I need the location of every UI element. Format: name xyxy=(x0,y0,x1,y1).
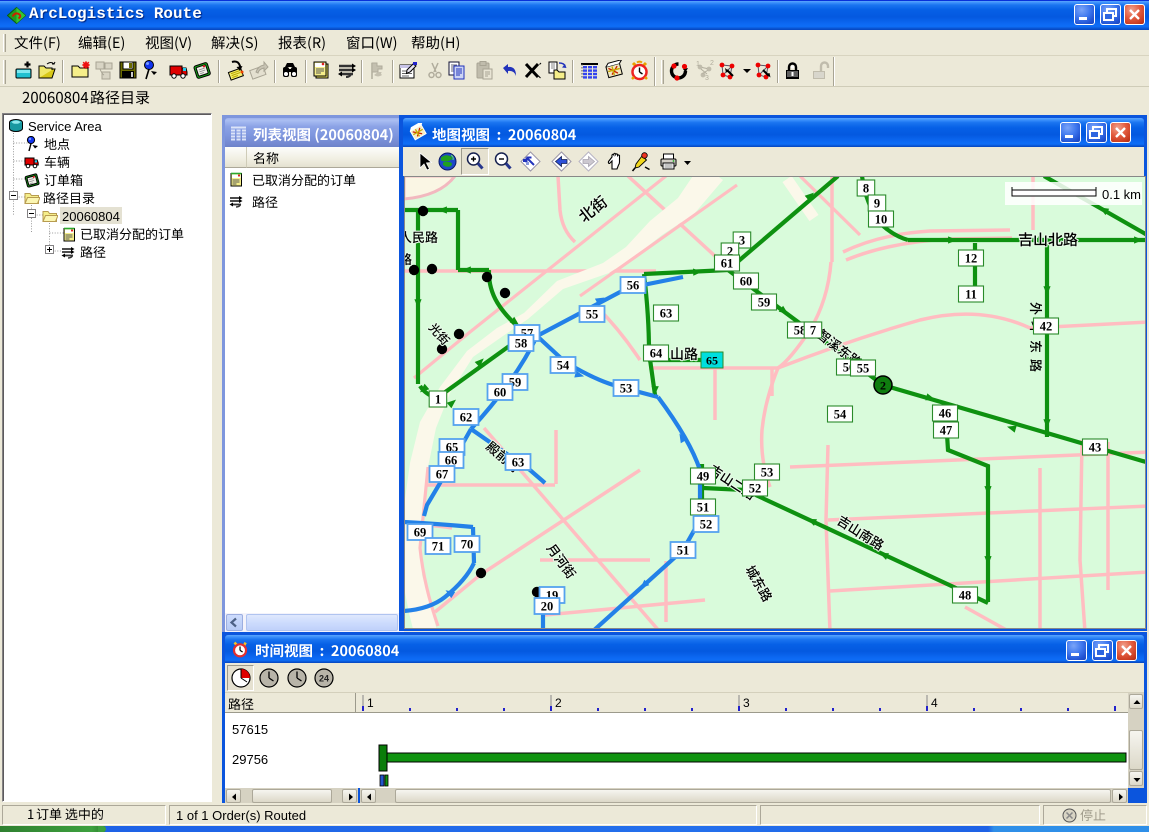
svg-text:62: 62 xyxy=(460,411,473,425)
svg-text:2: 2 xyxy=(710,60,714,67)
svg-text:47: 47 xyxy=(940,424,953,438)
svg-text:63: 63 xyxy=(512,456,525,470)
svg-text:60: 60 xyxy=(494,386,507,400)
svg-text:69: 69 xyxy=(414,526,427,540)
svg-text:64: 64 xyxy=(650,347,663,361)
svg-text:24: 24 xyxy=(319,674,329,684)
svg-text:59: 59 xyxy=(758,296,771,310)
svg-text:70: 70 xyxy=(461,538,474,552)
svg-text:49: 49 xyxy=(697,470,710,484)
svg-text:11: 11 xyxy=(965,288,977,302)
svg-text:54: 54 xyxy=(557,359,570,373)
svg-text:42: 42 xyxy=(1040,320,1053,334)
svg-text:63: 63 xyxy=(660,307,673,321)
svg-text:3: 3 xyxy=(705,75,709,82)
svg-text:3: 3 xyxy=(743,696,750,710)
svg-text:43: 43 xyxy=(1089,441,1102,455)
svg-text:65: 65 xyxy=(706,354,718,368)
svg-text:56: 56 xyxy=(627,279,640,293)
svg-text:4: 4 xyxy=(931,696,938,710)
svg-text:1: 1 xyxy=(696,61,700,68)
svg-text:3: 3 xyxy=(739,234,745,248)
svg-text:20: 20 xyxy=(541,600,554,614)
svg-text:55: 55 xyxy=(586,308,599,322)
svg-text:71: 71 xyxy=(432,540,445,554)
svg-text:58: 58 xyxy=(515,337,528,351)
svg-text:54: 54 xyxy=(834,408,847,422)
svg-text:46: 46 xyxy=(939,407,952,421)
svg-text:60: 60 xyxy=(740,275,753,289)
svg-text:52: 52 xyxy=(749,482,762,496)
svg-text:51: 51 xyxy=(677,544,690,558)
svg-text:1: 1 xyxy=(367,696,374,710)
svg-text:9: 9 xyxy=(874,197,880,211)
svg-text:48: 48 xyxy=(959,589,972,603)
svg-text:55: 55 xyxy=(857,362,870,376)
svg-text:12: 12 xyxy=(965,252,978,266)
svg-text:2: 2 xyxy=(555,696,562,710)
svg-text:1: 1 xyxy=(435,393,441,407)
svg-text:53: 53 xyxy=(761,466,774,480)
svg-text:53: 53 xyxy=(620,382,633,396)
svg-text:51: 51 xyxy=(697,501,710,515)
svg-text:10: 10 xyxy=(875,213,888,227)
svg-text:0.1 km: 0.1 km xyxy=(1102,187,1141,202)
svg-text:2: 2 xyxy=(880,379,886,393)
svg-text:8: 8 xyxy=(863,182,869,196)
svg-text:67: 67 xyxy=(436,468,449,482)
svg-text:52: 52 xyxy=(700,518,713,532)
svg-text:61: 61 xyxy=(721,257,734,271)
svg-text:7: 7 xyxy=(810,324,816,338)
